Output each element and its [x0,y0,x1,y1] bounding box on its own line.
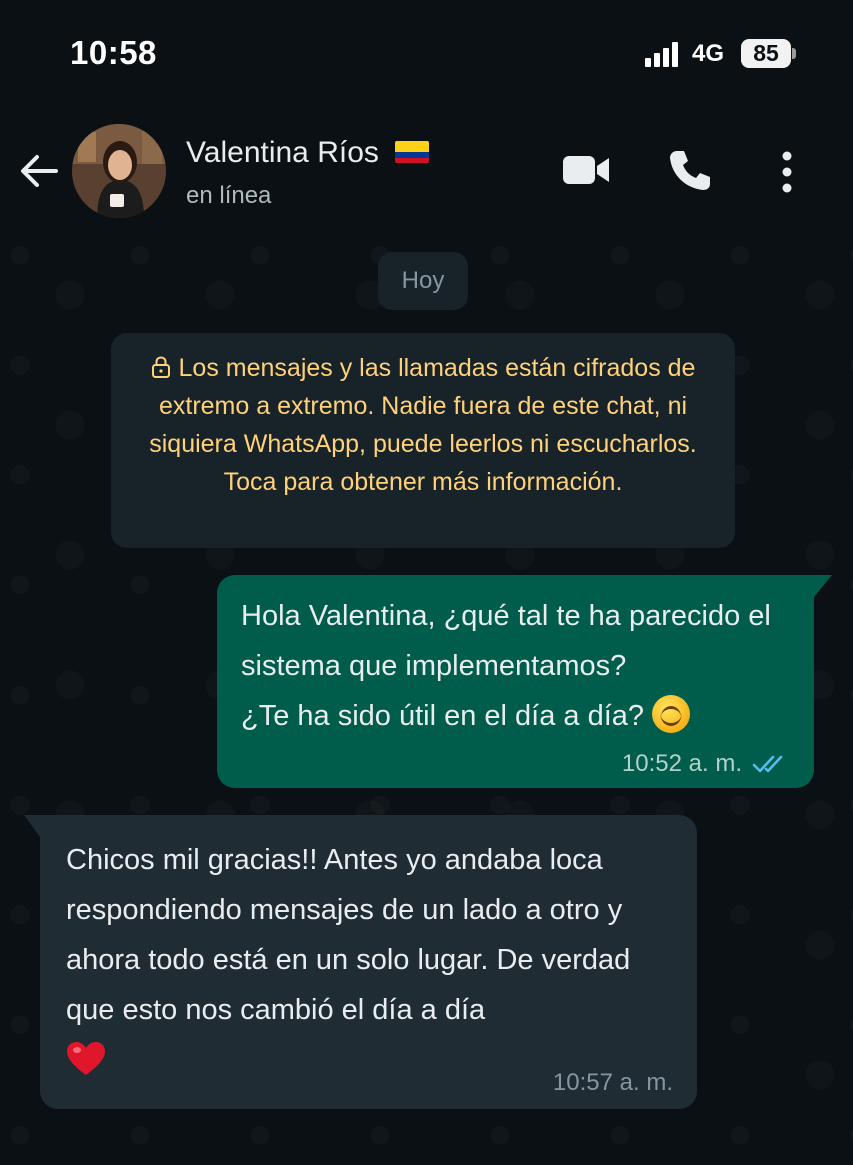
date-chip: Hoy [378,252,468,310]
video-call-icon[interactable] [562,152,610,188]
contact-status: en línea [186,182,272,209]
contact-name-text: Valentina Ríos [186,136,379,169]
encryption-notice[interactable]: Los mensajes y las llamadas están cifrad… [111,333,735,548]
chat-area[interactable]: Hoy Los mensajes y las llamadas están ci… [0,235,853,1165]
outgoing-message[interactable]: Hola Valentina, ¿qué tal te ha parecido … [217,575,832,788]
phone-icon[interactable] [668,148,712,192]
incoming-message[interactable]: Chicos mil gracias!! Antes yo andaba loc… [24,815,697,1109]
avatar[interactable] [72,124,166,218]
message-text: Hola Valentina, ¿qué tal te ha parecido … [241,591,790,741]
bubble-tail [24,815,40,837]
lock-icon [151,356,170,378]
smiling-face-emoji-icon [652,695,691,733]
red-heart-emoji-icon [67,1042,105,1075]
encryption-notice-text: Los mensajes y las llamadas están cifrad… [149,354,697,496]
battery-tip [792,48,796,59]
network-type: 4G [692,40,725,67]
status-bar: 10:58 4G 85 [0,0,853,110]
avatar-photo [72,124,166,218]
message-time: 10:52 a. m. [621,750,742,777]
colombia-flag-icon [395,141,430,163]
more-vert-icon[interactable] [778,150,796,194]
outgoing-message-text: Hola Valentina, ¿qué tal te ha parecido … [241,600,771,732]
message-time: 10:57 a. m. [552,1069,673,1096]
chat-header: Valentina Ríos en línea [0,110,853,235]
message-meta: 10:52 a. m. [622,750,790,778]
back-arrow-icon[interactable] [18,150,60,192]
bubble-tail [814,575,832,597]
contact-name[interactable]: Valentina Ríos [186,136,430,170]
incoming-message-text: Chicos mil gracias!! Antes yo andaba loc… [66,844,639,1026]
read-ticks-icon [752,755,783,773]
status-time: 10:58 [70,34,157,71]
signal-icon [645,41,683,67]
message-text: Chicos mil gracias!! Antes yo andaba loc… [66,835,671,1085]
battery-icon: 85 [741,39,791,68]
